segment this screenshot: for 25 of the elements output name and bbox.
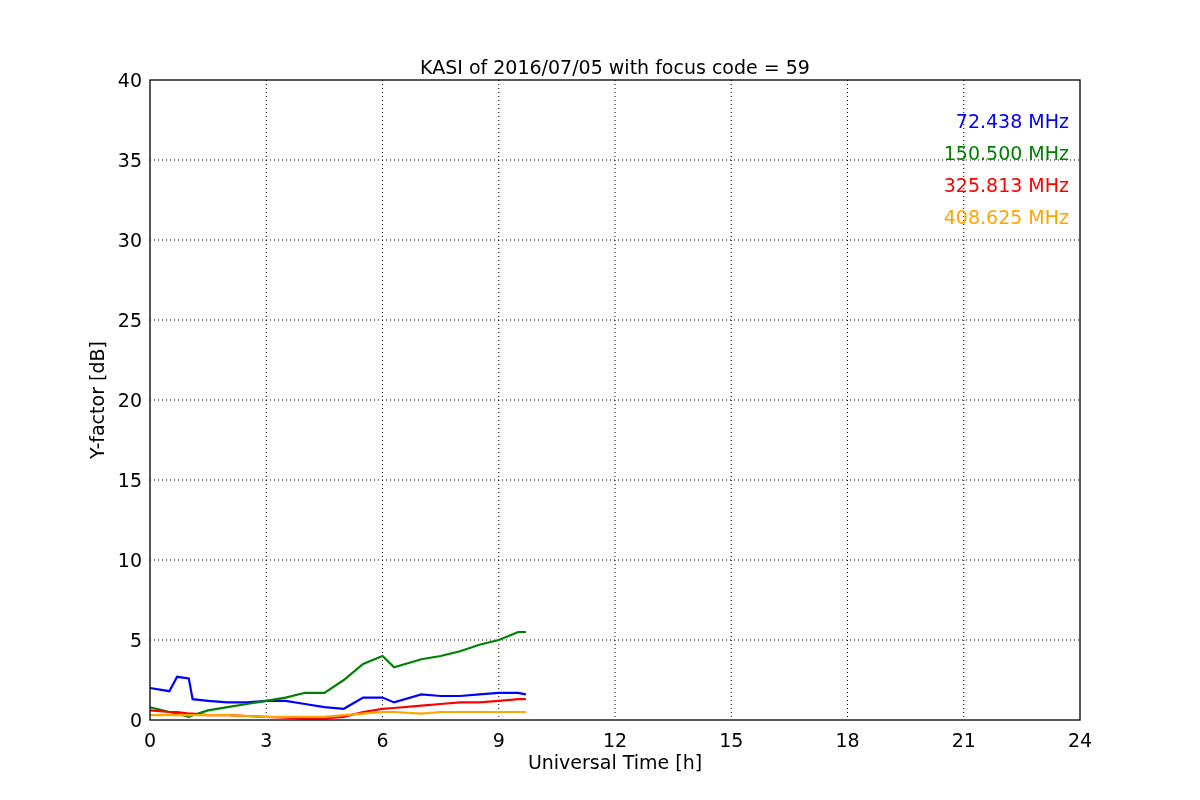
y-tick-label: 0 [129,709,142,731]
chart-title: KASI of 2016/07/05 with focus code = 59 [420,56,810,78]
legend-label: 325.813 MHz [943,174,1069,196]
x-tick-label: 18 [835,729,860,751]
legend-label: 72.438 MHz [955,110,1069,132]
y-tick-label: 30 [117,229,142,251]
x-tick-label: 0 [143,729,157,751]
y-tick-label: 25 [117,309,142,331]
y-axis-label: Y-factor [dB] [86,341,108,459]
x-tick-label: 12 [602,729,628,751]
legend-label: 150.500 MHz [943,142,1069,164]
x-tick-label: 3 [260,729,273,751]
y-tick-label: 5 [129,629,142,651]
x-tick-label: 6 [376,729,389,751]
y-tick-label: 20 [117,389,142,411]
y-tick-label: 40 [117,69,142,91]
y-tick-label: 35 [117,149,142,171]
x-axis-label: Universal Time [h] [527,751,703,773]
y-tick-label: 15 [117,469,142,491]
y-tick-label: 10 [117,549,142,571]
x-tick-label: 24 [1067,729,1093,751]
x-tick-label: 21 [951,729,976,751]
x-tick-label: 15 [719,729,744,751]
x-tick-label: 9 [492,729,505,751]
legend-label: 408.625 MHz [943,206,1069,228]
